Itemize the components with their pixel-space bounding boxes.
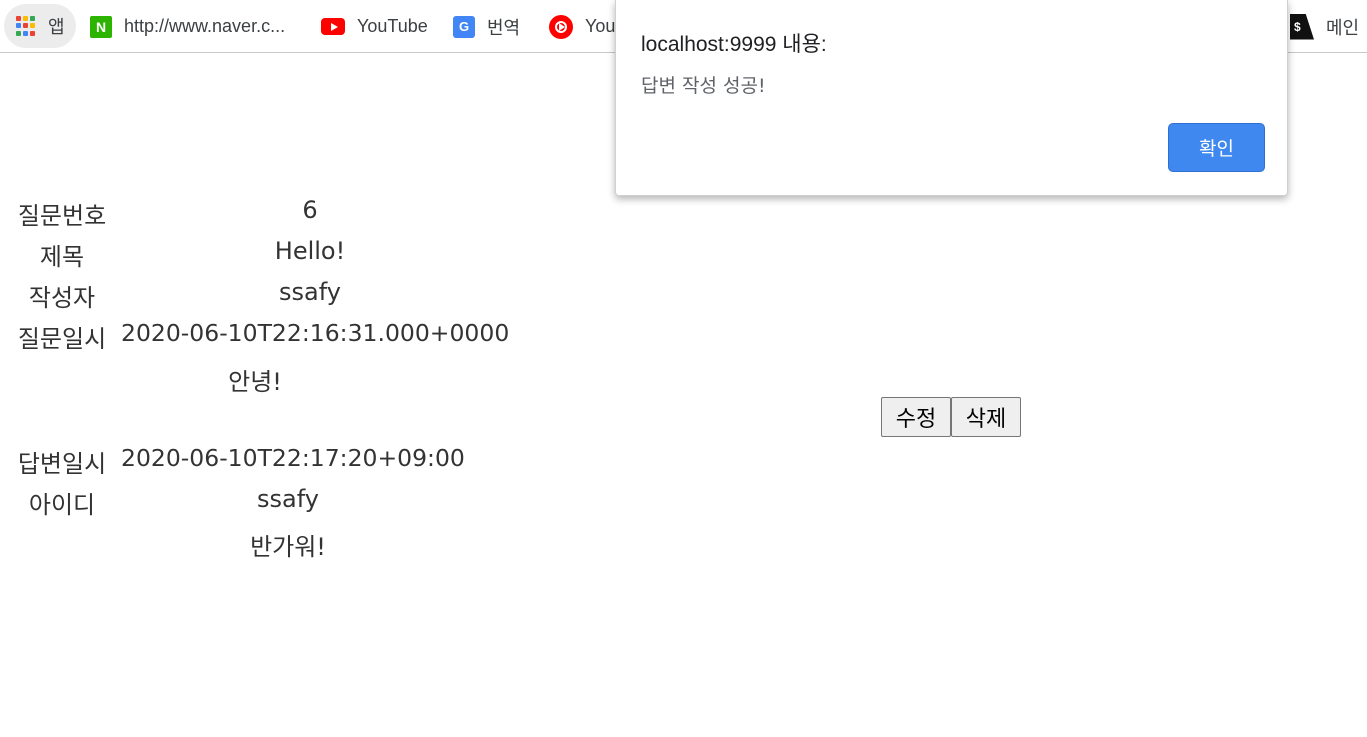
delete-button[interactable]: 삭제 xyxy=(951,397,1021,437)
answer-content: 반가워! xyxy=(250,533,326,561)
question-date-value: 2020-06-10T22:16:31.000+0000 xyxy=(121,319,510,347)
edit-button[interactable]: 수정 xyxy=(881,397,951,437)
apps-grid-icon xyxy=(16,16,36,36)
answer-id-label: 아이디 xyxy=(28,491,96,519)
google-translate-icon: G xyxy=(453,15,475,38)
dollar-icon: $ xyxy=(1290,13,1314,40)
question-date-label: 질문일시 xyxy=(17,325,107,353)
youtube-music-icon xyxy=(549,14,573,39)
bookmark-youtube-music-label: You xyxy=(585,16,616,36)
naver-icon: N xyxy=(90,15,112,38)
bookmark-translate[interactable]: G 번역 xyxy=(453,0,520,53)
question-number-label: 질문번호 xyxy=(17,202,107,230)
question-title-value: Hello! xyxy=(274,237,346,265)
bookmark-youtube-music[interactable]: You xyxy=(549,0,615,53)
alert-dialog: localhost:9999 내용: 답변 작성 성공! 확인 xyxy=(615,0,1288,196)
bookmark-apps-label: 앱 xyxy=(48,17,65,37)
bookmark-translate-label: 번역 xyxy=(487,17,521,38)
bookmark-main-label: 메인 xyxy=(1326,17,1360,38)
question-author-label: 작성자 xyxy=(28,284,96,312)
answer-date-value: 2020-06-10T22:17:20+09:00 xyxy=(121,444,465,472)
bookmark-naver-label: http://www.naver.c... xyxy=(124,16,286,36)
question-author-value: ssafy xyxy=(279,278,341,306)
bookmark-youtube-label: YouTube xyxy=(357,16,428,36)
bookmark-naver[interactable]: N http://www.naver.c... xyxy=(90,0,285,53)
answer-id-value: ssafy xyxy=(257,485,319,513)
question-content: 안녕! xyxy=(228,368,282,396)
bookmark-main[interactable]: $ 메인 xyxy=(1290,0,1359,53)
question-number-value: 6 xyxy=(302,196,318,224)
bookmark-apps[interactable]: 앱 xyxy=(4,4,76,48)
answer-date-label: 답변일시 xyxy=(17,450,107,478)
youtube-icon xyxy=(321,18,345,35)
alert-ok-button[interactable]: 확인 xyxy=(1168,123,1265,172)
bookmark-youtube[interactable]: YouTube xyxy=(321,0,428,53)
question-title-label: 제목 xyxy=(39,243,85,271)
alert-message: 답변 작성 성공! xyxy=(641,75,766,97)
alert-title: localhost:9999 내용: xyxy=(641,33,827,56)
